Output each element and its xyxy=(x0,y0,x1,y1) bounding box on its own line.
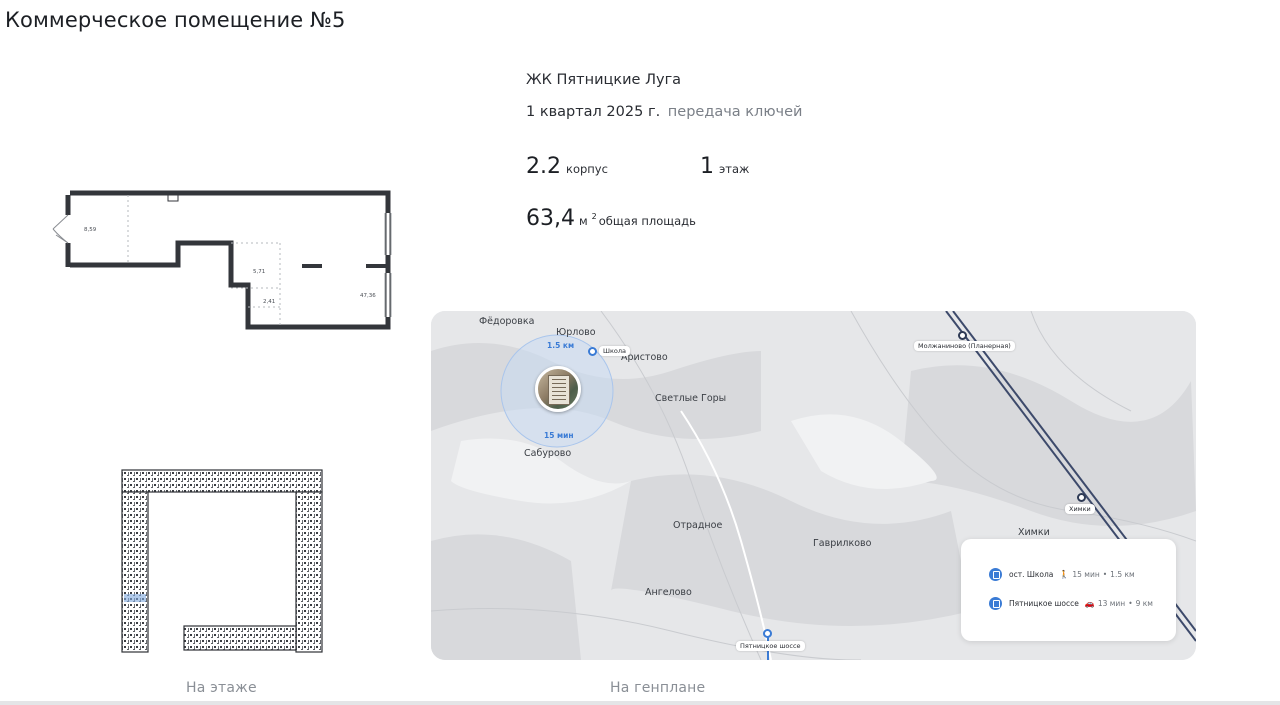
handover-info: 1 квартал 2025 г. передача ключей xyxy=(526,104,802,120)
transport-stop-name: Пятницкое шоссе xyxy=(1009,599,1079,608)
room-area-label: 47,36 xyxy=(360,293,376,299)
transport-time: 15 мин xyxy=(1072,570,1100,579)
metro-station-icon[interactable] xyxy=(958,331,967,340)
school-stop-label[interactable]: Школа xyxy=(599,346,630,356)
caption-on-site[interactable]: На генплане xyxy=(610,680,705,696)
building-label: корпус xyxy=(566,162,608,176)
highway-stop-icon[interactable] xyxy=(763,629,772,638)
handover-label: передача ключей xyxy=(667,104,803,120)
building-value: 2.2 xyxy=(526,154,561,179)
map-place-label: Юрлово xyxy=(556,327,596,338)
area-unit: м xyxy=(578,214,588,228)
floor-value: 1 xyxy=(700,154,714,179)
metro-station-label[interactable]: Молжаниново (Планерная) xyxy=(914,341,1015,351)
rail-station-label[interactable]: Химки xyxy=(1065,504,1095,514)
map-place-label: Фёдоровка xyxy=(479,316,535,327)
complex-name[interactable]: ЖК Пятницкие Луга xyxy=(526,72,681,88)
page-title: Коммерческое помещение №5 xyxy=(5,8,346,32)
area-unit-sup: 2 xyxy=(591,211,597,221)
room-area-label: 8,59 xyxy=(84,227,97,233)
separator-dot: • xyxy=(1128,599,1133,608)
map-place-label: Химки xyxy=(1018,527,1050,538)
transport-time: 13 мин xyxy=(1097,599,1126,608)
transport-distance: 9 км xyxy=(1135,599,1153,608)
school-stop-icon[interactable] xyxy=(588,347,597,356)
transport-card: ост. Школа 🚶 15 мин • 1.5 км Пятницкое ш… xyxy=(961,539,1176,641)
map-place-label: Сабурово xyxy=(524,448,572,459)
caption-on-floor[interactable]: На этаже xyxy=(186,680,257,696)
transport-stop-name: ост. Школа xyxy=(1009,570,1054,579)
area-info: 63,4 м 2 общая площадь xyxy=(526,206,696,231)
complex-photo-marker[interactable] xyxy=(535,366,581,412)
map-place-label: Ангелово xyxy=(645,587,692,598)
bus-icon xyxy=(989,597,1002,610)
highway-stop-label[interactable]: Пятницкое шоссе xyxy=(736,641,805,651)
floor-info: 1 этаж xyxy=(700,154,749,179)
walk-time-label: 15 мин xyxy=(544,431,574,440)
location-map[interactable]: Фёдоровка Юрлово Аристово Светлые Горы С… xyxy=(431,311,1196,660)
area-value: 63,4 xyxy=(526,206,575,231)
building-floor-scheme[interactable] xyxy=(118,466,328,656)
transport-distance: 1.5 км xyxy=(1110,570,1135,579)
building-info: 2.2 корпус xyxy=(526,154,608,179)
car-icon: 🚗 xyxy=(1084,599,1095,608)
bottom-divider xyxy=(0,701,1280,705)
bus-icon xyxy=(989,568,1002,581)
rail-station-icon[interactable] xyxy=(1077,493,1086,502)
room-area-label: 5,71 xyxy=(253,269,265,275)
unit-floor-plan[interactable]: 8,59 5,71 2,41 47,36 xyxy=(48,185,394,335)
room-area-label: 2,41 xyxy=(263,299,275,305)
transport-row[interactable]: Пятницкое шоссе 🚗 13 мин • 9 км xyxy=(989,597,1153,610)
map-place-label: Гаврилково xyxy=(813,538,872,549)
map-place-label: Отрадное xyxy=(673,520,723,531)
transport-row[interactable]: ост. Школа 🚶 15 мин • 1.5 км xyxy=(989,568,1135,581)
handover-date: 1 квартал 2025 г. xyxy=(526,104,661,120)
floor-label: этаж xyxy=(719,162,750,176)
walk-icon: 🚶 xyxy=(1059,570,1070,579)
radius-label: 1.5 км xyxy=(547,341,575,350)
map-place-label: Светлые Горы xyxy=(655,393,727,404)
separator-dot: • xyxy=(1102,570,1108,579)
area-label: общая площадь xyxy=(598,214,696,228)
